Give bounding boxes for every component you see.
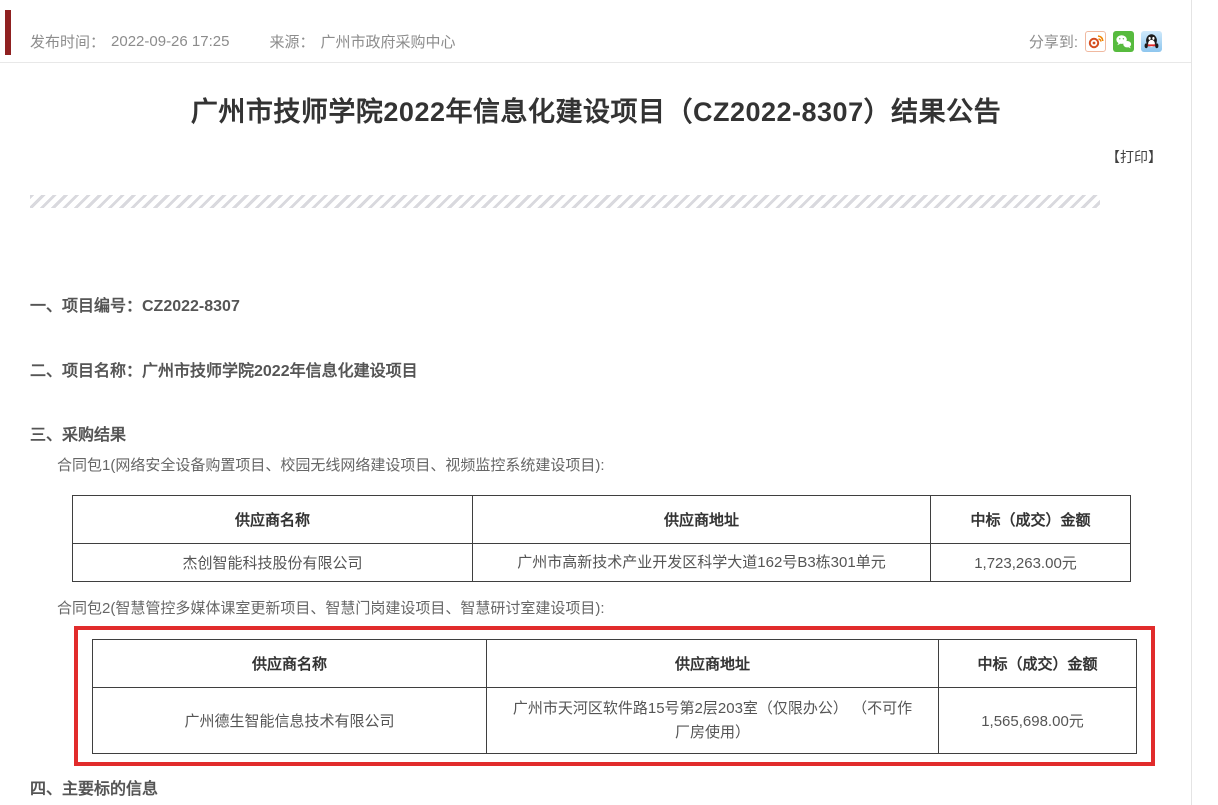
col-supplier-address: 供应商地址 (487, 640, 939, 688)
highlight-red-box: 供应商名称 供应商地址 中标（成交）金额 广州德生智能信息技术有限公司 广州市天… (74, 626, 1155, 766)
print-button[interactable]: 【打印】 (1106, 149, 1162, 165)
share-label: 分享到: (1029, 31, 1078, 52)
package1-intro: 合同包1(网络安全设备购置项目、校园无线网络建设项目、视频监控系统建设项目): (57, 455, 1192, 477)
section-project-number: 一、项目编号：CZ2022-8307 (30, 296, 1192, 318)
print-row: 【打印】 (0, 147, 1192, 167)
table-row: 杰创智能科技股份有限公司 广州市高新技术产业开发区科学大道162号B3栋301单… (73, 544, 1131, 582)
meta-bar: 发布时间： 2022-09-26 17:25 来源： 广州市政府采购中心 分享到… (0, 0, 1192, 63)
section-main-subject-info: 四、主要标的信息 (30, 779, 1192, 801)
table-header-row: 供应商名称 供应商地址 中标（成交）金额 (73, 496, 1131, 544)
source-label: 来源： (269, 31, 314, 52)
supplier-address-cell: 广州市高新技术产业开发区科学大道162号B3栋301单元 (473, 544, 931, 582)
package1-table: 供应商名称 供应商地址 中标（成交）金额 杰创智能科技股份有限公司 广州市高新技… (72, 495, 1131, 582)
col-supplier-name: 供应商名称 (73, 496, 473, 544)
section-procurement-result: 三、采购结果 (30, 425, 1192, 447)
weibo-share-icon[interactable] (1085, 31, 1106, 52)
share-bar: 分享到: (1029, 31, 1162, 52)
supplier-name-cell: 杰创智能科技股份有限公司 (73, 544, 473, 582)
content-area: 发布时间： 2022-09-26 17:25 来源： 广州市政府采购中心 分享到… (0, 0, 1192, 805)
col-award-amount: 中标（成交）金额 (931, 496, 1131, 544)
content-right-border (1191, 0, 1192, 805)
package2-table: 供应商名称 供应商地址 中标（成交）金额 广州德生智能信息技术有限公司 广州市天… (92, 639, 1137, 754)
package2-intro: 合同包2(智慧管控多媒体课室更新项目、智慧门岗建设项目、智慧研讨室建设项目): (57, 598, 1192, 620)
announcement-page: 发布时间： 2022-09-26 17:25 来源： 广州市政府采购中心 分享到… (0, 0, 1218, 805)
title-row: 广州市技师学院2022年信息化建设项目（CZ2022-8307）结果公告 (0, 90, 1192, 129)
publish-info: 发布时间： 2022-09-26 17:25 来源： 广州市政府采购中心 (30, 31, 455, 52)
publish-time-label: 发布时间： (30, 31, 105, 52)
supplier-name-cell: 广州德生智能信息技术有限公司 (93, 688, 487, 754)
publish-time-value: 2022-09-26 17:25 (111, 33, 229, 50)
col-supplier-address: 供应商地址 (473, 496, 931, 544)
section-project-name: 二、项目名称：广州市技师学院2022年信息化建设项目 (30, 361, 1192, 383)
award-amount-cell: 1,723,263.00元 (931, 544, 1131, 582)
hatched-divider (30, 195, 1100, 208)
qq-share-icon[interactable] (1141, 31, 1162, 52)
table-row: 广州德生智能信息技术有限公司 广州市天河区软件路15号第2层203室（仅限办公）… (93, 688, 1137, 754)
supplier-address-cell: 广州市天河区软件路15号第2层203室（仅限办公） （不可作厂房使用） (487, 688, 939, 754)
table-header-row: 供应商名称 供应商地址 中标（成交）金额 (93, 640, 1137, 688)
wechat-share-icon[interactable] (1113, 31, 1134, 52)
page-title: 广州市技师学院2022年信息化建设项目（CZ2022-8307）结果公告 (191, 97, 1001, 127)
col-supplier-name: 供应商名称 (93, 640, 487, 688)
award-amount-cell: 1,565,698.00元 (939, 688, 1137, 754)
source-value: 广州市政府采购中心 (320, 31, 455, 52)
col-award-amount: 中标（成交）金额 (939, 640, 1137, 688)
